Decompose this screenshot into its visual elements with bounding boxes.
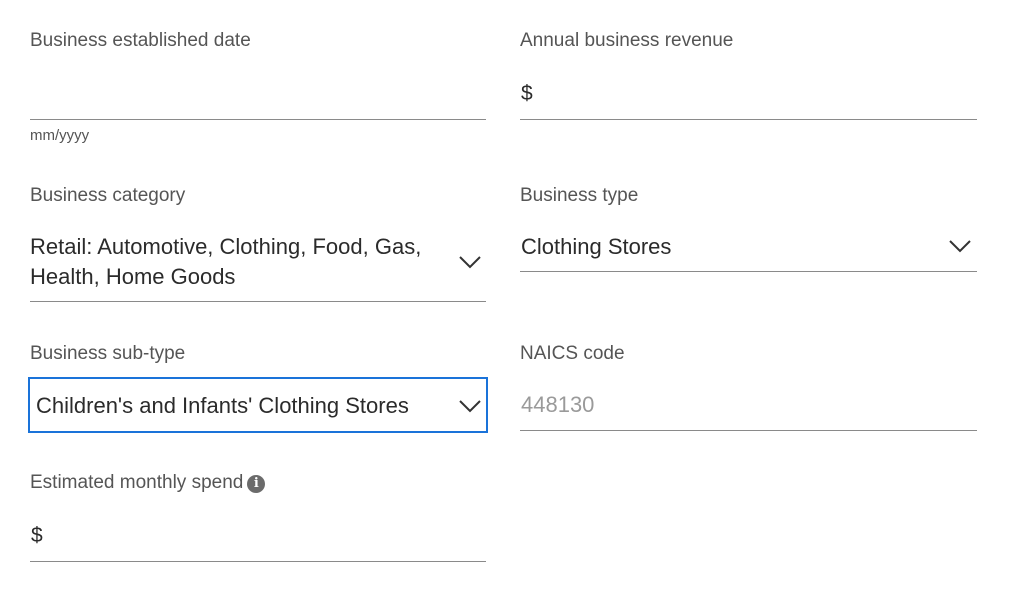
monthly-spend-currency: $: [31, 524, 43, 547]
business-subtype-value: Children's and Infants' Clothing Stores: [36, 393, 409, 418]
info-icon[interactable]: i: [247, 475, 266, 493]
monthly-spend-input[interactable]: [52, 520, 486, 560]
established-date-underline: [30, 119, 486, 120]
naics-code-label: NAICS code: [520, 343, 625, 364]
established-date-helper: mm/yyyy: [30, 127, 90, 144]
chevron-down-icon: [459, 256, 481, 269]
business-type-underline: [520, 271, 977, 272]
naics-code-value: 448130: [521, 392, 595, 417]
annual-revenue-currency: $: [521, 82, 533, 105]
business-category-value-line1: Retail: Automotive, Clothing, Food, Gas,: [30, 234, 422, 259]
business-type-value: Clothing Stores: [521, 234, 672, 259]
business-category-underline: [30, 301, 486, 302]
business-subtype-select[interactable]: Children's and Infants' Clothing Stores: [28, 377, 488, 433]
monthly-spend-label-row: Estimated monthly spend i: [30, 472, 266, 494]
monthly-spend-underline: [30, 561, 486, 562]
business-category-select[interactable]: Retail: Automotive, Clothing, Food, Gas,…: [30, 228, 486, 300]
business-category-label: Business category: [30, 185, 186, 206]
annual-revenue-underline: [520, 119, 977, 120]
chevron-down-icon: [949, 240, 971, 253]
annual-revenue-input[interactable]: [542, 78, 976, 118]
established-date-label: Business established date: [30, 30, 251, 51]
business-type-label: Business type: [520, 185, 639, 206]
naics-code-underline: [520, 430, 977, 431]
business-type-select[interactable]: Clothing Stores: [520, 228, 977, 270]
established-date-input[interactable]: [30, 78, 486, 118]
monthly-spend-label: Estimated monthly spend: [30, 472, 244, 493]
chevron-down-icon: [459, 400, 481, 413]
annual-revenue-label: Annual business revenue: [520, 30, 734, 51]
business-subtype-label: Business sub-type: [30, 343, 186, 364]
business-category-value-line2: Health, Home Goods: [30, 264, 236, 289]
